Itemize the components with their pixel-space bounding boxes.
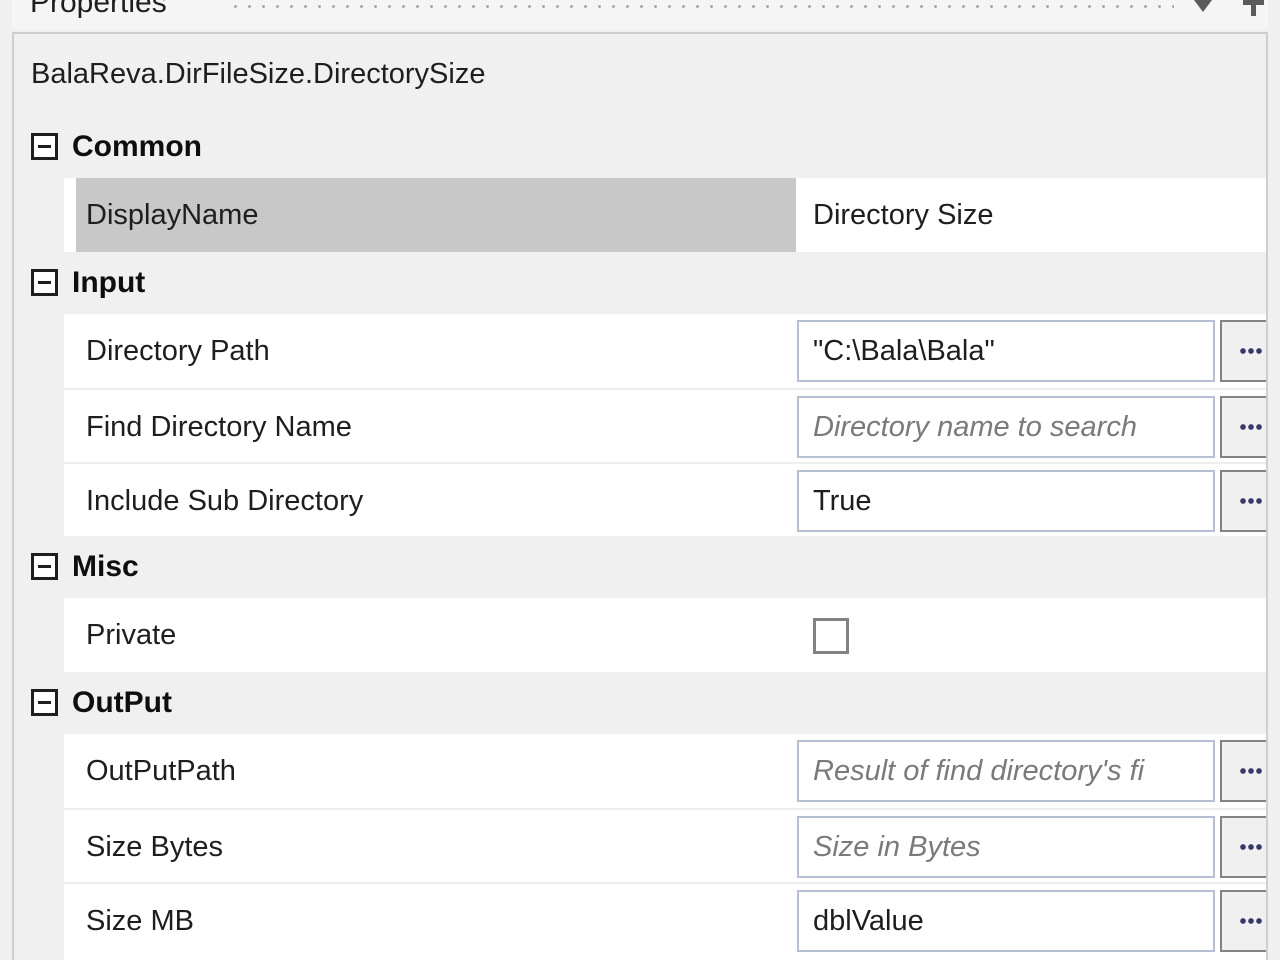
ellipsis-icon: [1240, 498, 1262, 504]
collapse-minus-icon[interactable]: [31, 689, 58, 716]
row-body: OutPutPath Result of find directory's fi: [64, 734, 1266, 808]
row-body: Find Directory Name Directory name to sea…: [64, 388, 1266, 462]
category-label: Misc: [72, 550, 139, 583]
ellipsis-browse-button[interactable]: [1220, 470, 1266, 532]
category-label: Input: [72, 266, 146, 299]
row-body: DisplayName Directory Size: [64, 178, 1266, 252]
property-row-displayname[interactable]: DisplayName Directory Size: [14, 178, 1266, 252]
value-textbox[interactable]: "C:\Bala\Bala": [797, 320, 1215, 382]
properties-tool-window: Properties BalaReva.DirFileSize.Director…: [0, 0, 1280, 960]
row-body: Include Sub Directory True: [64, 462, 1266, 536]
value-text: dblValue: [813, 905, 924, 937]
property-name[interactable]: Size Bytes: [76, 810, 796, 882]
drag-grip[interactable]: [234, 2, 1174, 14]
value-placeholder: Size in Bytes: [813, 831, 981, 863]
tool-window-header: Properties: [12, 0, 1268, 30]
property-name[interactable]: Size MB: [76, 884, 796, 956]
chevron-down-icon[interactable]: [1186, 0, 1220, 20]
property-row-size-mb[interactable]: Size MB dblValue: [14, 882, 1266, 956]
properties-panel: BalaReva.DirFileSize.DirectorySize Commo…: [12, 32, 1268, 960]
collapse-minus-icon[interactable]: [31, 269, 58, 296]
property-name[interactable]: Directory Path: [76, 314, 796, 388]
property-value-cell: True: [797, 464, 1266, 536]
ellipsis-icon: [1240, 844, 1262, 850]
property-value-cell: Directory name to search: [797, 390, 1266, 462]
property-name[interactable]: DisplayName: [76, 178, 796, 252]
property-row-directory-path[interactable]: Directory Path "C:\Bala\Bala": [14, 314, 1266, 388]
category-label: Common: [72, 130, 202, 163]
row-indent: [14, 314, 64, 388]
ellipsis-browse-button[interactable]: [1220, 320, 1266, 382]
collapse-minus-icon[interactable]: [31, 553, 58, 580]
value-text: True: [813, 485, 872, 517]
property-row-private[interactable]: Private: [14, 598, 1266, 672]
tool-window-title: Properties: [30, 0, 167, 19]
row-indent: [14, 956, 64, 960]
ellipsis-icon: [1240, 424, 1262, 430]
ellipsis-icon: [1240, 768, 1262, 774]
row-indent: [14, 734, 64, 808]
property-name[interactable]: Private: [76, 598, 796, 672]
category-row-misc[interactable]: Misc: [14, 536, 1266, 598]
row-indent: [14, 882, 64, 956]
row-indent: [14, 178, 64, 252]
ellipsis-icon: [1240, 918, 1262, 924]
property-value-cell: Size in Bytes: [797, 810, 1266, 882]
category-label: OutPut: [72, 686, 172, 719]
property-value-cell: dblValue: [797, 884, 1266, 956]
value-textbox[interactable]: Directory name to search: [797, 396, 1215, 458]
selected-object-header: BalaReva.DirFileSize.DirectorySize: [14, 34, 1266, 116]
row-indent: [14, 808, 64, 882]
value-textbox[interactable]: dblValue: [797, 890, 1215, 952]
value-text: "C:\Bala\Bala": [813, 335, 995, 367]
value-text-field[interactable]: Directory Size: [797, 178, 1266, 252]
selected-object-name: BalaReva.DirFileSize.DirectorySize: [31, 58, 486, 90]
value-textbox[interactable]: True: [797, 470, 1215, 532]
grid-empty-area: [14, 956, 1266, 960]
row-indent: [14, 462, 64, 536]
value-textbox[interactable]: Result of find directory's fi: [797, 740, 1215, 802]
value-placeholder: Result of find directory's fi: [813, 755, 1145, 787]
category-row-output[interactable]: OutPut: [14, 672, 1266, 734]
property-value-cell: Directory Size: [797, 178, 1266, 252]
property-row-outputpath[interactable]: OutPutPath Result of find directory's fi: [14, 734, 1266, 808]
property-name[interactable]: Find Directory Name: [76, 390, 796, 462]
ellipsis-icon: [1240, 348, 1262, 354]
property-row-include-sub-directory[interactable]: Include Sub Directory True: [14, 462, 1266, 536]
row-indent: [14, 388, 64, 462]
property-value-cell: "C:\Bala\Bala": [797, 314, 1266, 388]
row-body: Directory Path "C:\Bala\Bala": [64, 314, 1266, 388]
value-textbox[interactable]: Size in Bytes: [797, 816, 1215, 878]
ellipsis-browse-button[interactable]: [1220, 890, 1266, 952]
ellipsis-browse-button[interactable]: [1220, 740, 1266, 802]
ellipsis-browse-button[interactable]: [1220, 396, 1266, 458]
property-name[interactable]: Include Sub Directory: [76, 464, 796, 536]
property-row-size-bytes[interactable]: Size Bytes Size in Bytes: [14, 808, 1266, 882]
properties-grid[interactable]: Common DisplayName Directory Size Input Dire…: [14, 116, 1266, 960]
value-placeholder: Directory name to search: [813, 411, 1137, 443]
category-row-input[interactable]: Input: [14, 252, 1266, 314]
row-body: Private: [64, 598, 1266, 672]
property-value-cell: [797, 598, 1266, 672]
row-indent: [14, 598, 64, 672]
row-body: Size MB dblValue: [64, 882, 1266, 956]
value-text: Directory Size: [813, 199, 994, 231]
property-name[interactable]: OutPutPath: [76, 734, 796, 808]
pin-icon[interactable]: [1236, 0, 1270, 20]
ellipsis-browse-button[interactable]: [1220, 816, 1266, 878]
row-body: Size Bytes Size in Bytes: [64, 808, 1266, 882]
property-row-find-directory-name[interactable]: Find Directory Name Directory name to sea…: [14, 388, 1266, 462]
property-value-cell: Result of find directory's fi: [797, 734, 1266, 808]
category-row-common[interactable]: Common: [14, 116, 1266, 178]
private-checkbox[interactable]: [813, 618, 849, 654]
collapse-minus-icon[interactable]: [31, 133, 58, 160]
